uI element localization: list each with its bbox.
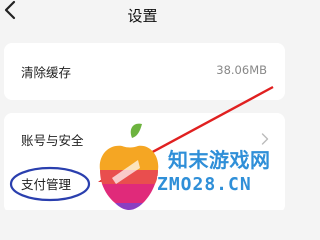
- highlight-circle-annotation: [9, 166, 91, 202]
- account-security-row[interactable]: 账号与安全: [4, 119, 285, 159]
- clear-cache-row[interactable]: 清除缓存 38.06MB: [4, 51, 285, 91]
- settings-screen: 设置 清除缓存 38.06MB 账号与安全 支付管理 知末游戏网 ZMO28.C…: [0, 0, 285, 210]
- cache-card: 清除缓存 38.06MB: [4, 43, 285, 100]
- page-title: 设置: [127, 7, 158, 25]
- cache-size-value: 38.06MB: [216, 63, 267, 77]
- clear-cache-label: 清除缓存: [21, 65, 72, 80]
- chevron-right-icon: [261, 133, 269, 145]
- top-bar: 设置: [0, 0, 285, 30]
- account-security-label: 账号与安全: [21, 133, 84, 148]
